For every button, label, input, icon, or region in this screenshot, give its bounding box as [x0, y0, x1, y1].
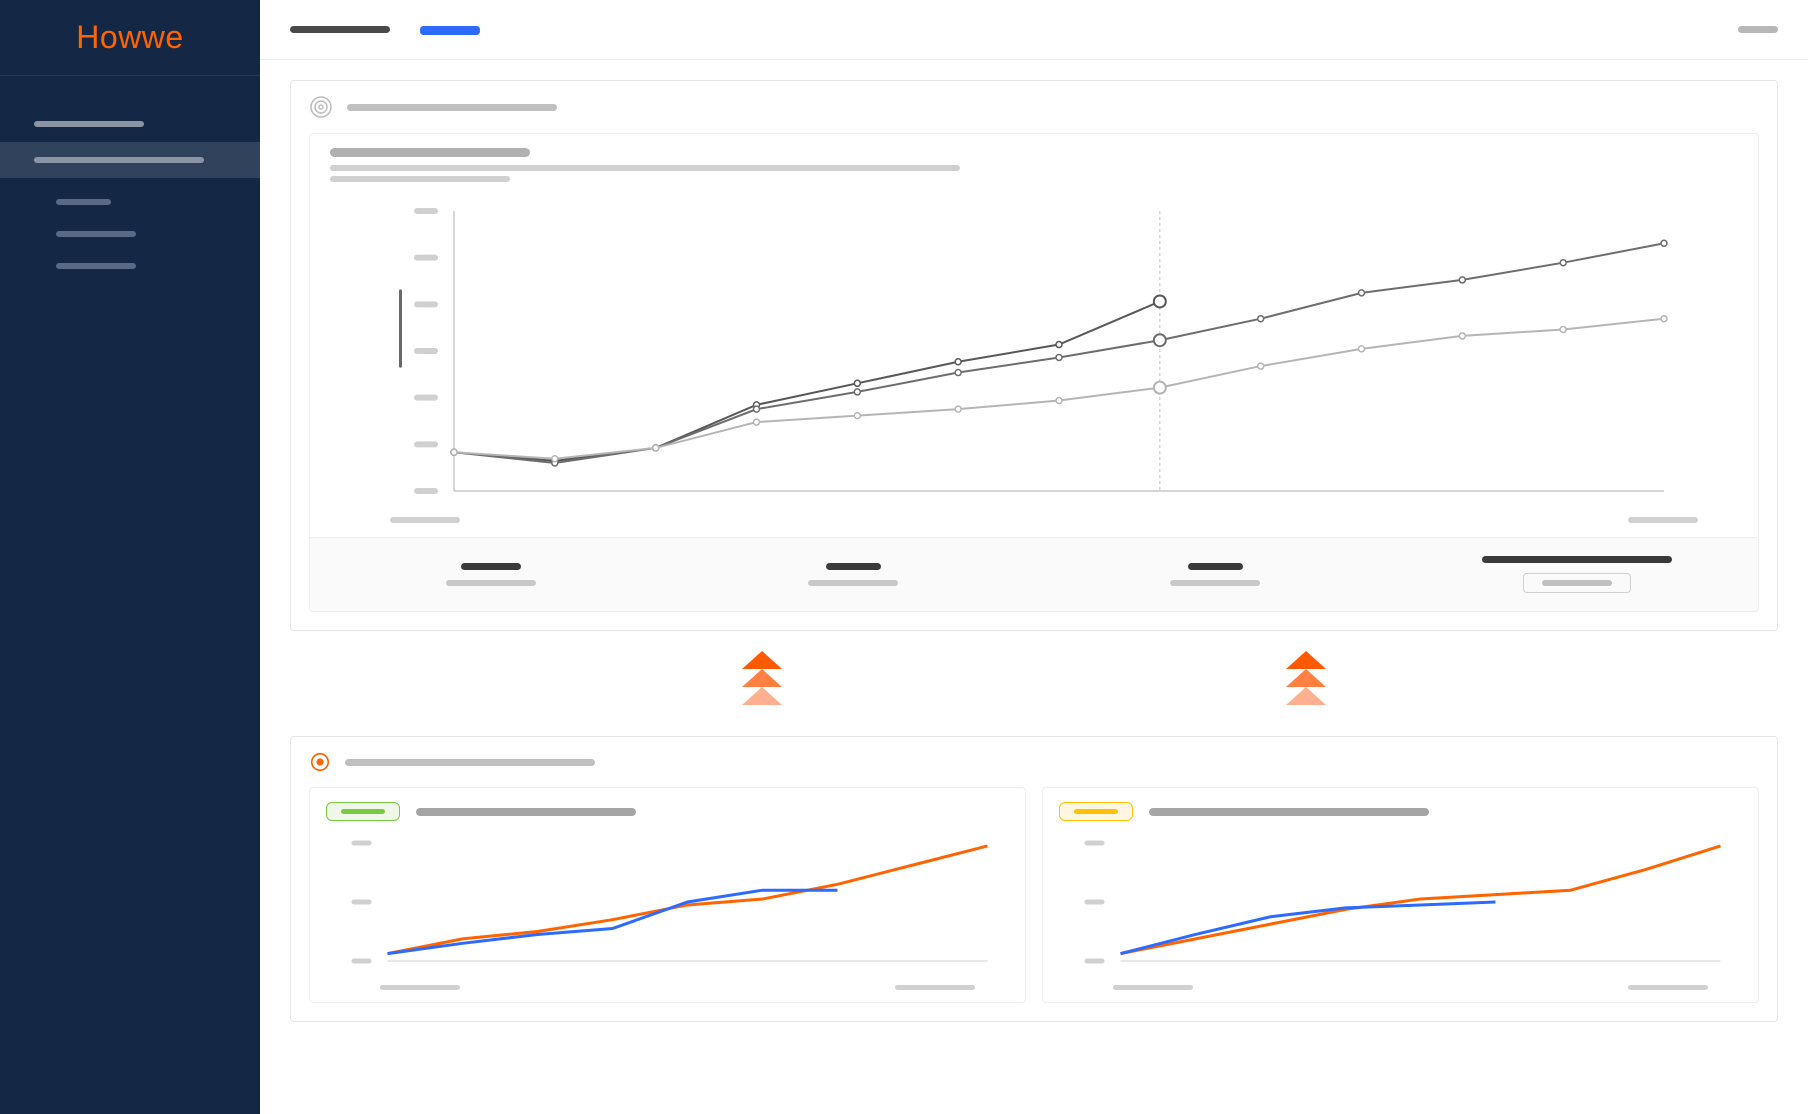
brand-logo-text: Howwe: [76, 19, 183, 56]
target-icon: [309, 95, 333, 119]
arrow-up-icon: [1281, 651, 1331, 716]
mini-chart-1: [1043, 835, 1758, 985]
bottom-section-title: [345, 759, 595, 766]
main-card-header: [291, 81, 1777, 133]
main-chart: [310, 201, 1758, 511]
nav-subitem-label: [56, 263, 136, 269]
sidebar: Howwe: [0, 0, 260, 1114]
nav-subitem-1[interactable]: [0, 218, 260, 250]
stat-0: [310, 538, 672, 611]
mini-card-title: [1149, 808, 1429, 816]
stat-1: [672, 538, 1034, 611]
mini-chart-0: [310, 835, 1025, 985]
chart-x-label-right: [1628, 517, 1698, 523]
inner-subtitle-2: [330, 176, 510, 182]
tab-1[interactable]: [420, 26, 480, 33]
nav-subitem-0[interactable]: [0, 186, 260, 218]
mini-card-header: [1043, 788, 1758, 835]
main-chart-svg: [330, 201, 1738, 511]
tab-0[interactable]: [290, 26, 390, 33]
inner-title: [330, 148, 530, 157]
nav-subitem-2[interactable]: [0, 250, 260, 282]
mini-x-label-left: [1113, 985, 1193, 990]
arrow-up-icon: [737, 651, 787, 716]
main-card: [290, 80, 1778, 631]
stat-3: [1396, 538, 1758, 611]
radio-icon: [309, 751, 331, 773]
chart-x-labels: [310, 511, 1758, 537]
nav-subitem-label: [56, 231, 136, 237]
main: [260, 0, 1808, 1114]
stat-value: [461, 563, 521, 570]
brand-logo[interactable]: Howwe: [0, 0, 260, 76]
nav-item-0[interactable]: [0, 106, 260, 142]
arrows-row: [290, 651, 1778, 716]
mini-chart-footer: [1043, 985, 1758, 1002]
inner-box: [309, 133, 1759, 612]
mini-x-label-right: [1628, 985, 1708, 990]
stat-value: [826, 563, 881, 570]
content: [260, 60, 1808, 1114]
status-badge-green: [326, 802, 400, 821]
stat-action-label: [1542, 580, 1612, 586]
mini-card-1[interactable]: [1042, 787, 1759, 1003]
nav-subitem-label: [56, 199, 111, 205]
badge-label: [1074, 809, 1118, 814]
mini-chart-svg: [326, 835, 1009, 975]
bottom-header: [291, 737, 1777, 787]
stats-row: [310, 537, 1758, 611]
mini-card-title: [416, 808, 636, 816]
stat-value: [1188, 563, 1243, 570]
stat-action-button[interactable]: [1523, 573, 1631, 593]
topbar-right-action[interactable]: [1738, 26, 1778, 33]
nav-item-label: [34, 121, 144, 127]
nav-item-1[interactable]: [0, 142, 260, 178]
mini-chart-svg: [1059, 835, 1742, 975]
mini-card-0[interactable]: [309, 787, 1026, 1003]
mini-x-label-right: [895, 985, 975, 990]
topbar: [260, 0, 1808, 60]
bottom-cards: [291, 787, 1777, 1021]
mini-chart-footer: [310, 985, 1025, 1002]
nav-item-label: [34, 157, 204, 163]
nav: [0, 76, 260, 282]
stat-label: [1170, 580, 1260, 586]
chart-x-label-left: [390, 517, 460, 523]
mini-x-label-left: [380, 985, 460, 990]
inner-subtitle-1: [330, 165, 960, 171]
stat-2: [1034, 538, 1396, 611]
mini-card-header: [310, 788, 1025, 835]
inner-header: [310, 134, 1758, 201]
bottom-section: [290, 736, 1778, 1022]
stat-label: [808, 580, 898, 586]
main-card-title: [347, 104, 557, 111]
status-badge-yellow: [1059, 802, 1133, 821]
stat-label: [446, 580, 536, 586]
stat-value: [1482, 556, 1672, 563]
badge-label: [341, 809, 385, 814]
